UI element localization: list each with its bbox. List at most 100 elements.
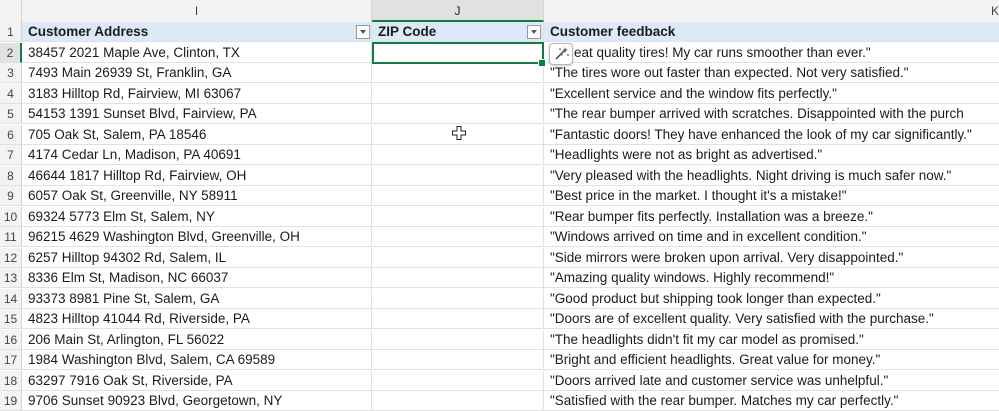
cell-customer-address[interactable]: 63297 7916 Oak St, Riverside, PA (22, 370, 372, 391)
spreadsheet-grid: I J K 1 2 3 4 5 6 7 8 9 10 11 12 13 14 15 16 17 18 19 Cust… (0, 0, 999, 411)
cell-customer-address[interactable]: 206 Main St, Arlington, FL 56022 (22, 329, 372, 350)
cell-customer-feedback[interactable]: "Amazing quality windows. Highly recomme… (544, 268, 999, 288)
cell-zip-code[interactable] (372, 104, 544, 124)
row-header[interactable]: 11 (0, 227, 22, 247)
row-header[interactable]: 10 (0, 206, 22, 227)
table-row: 1984 Washington Blvd, Salem, CA 69589 "Br… (22, 350, 999, 370)
row-header[interactable]: 9 (0, 186, 22, 206)
cell-customer-feedback[interactable]: "Side mirrors were broken upon arrival. … (544, 248, 999, 268)
row-header[interactable]: 5 (0, 104, 22, 124)
cell-zip-code[interactable] (372, 42, 544, 63)
cell-customer-feedback[interactable]: "Very pleased with the headlights. Night… (544, 166, 999, 186)
cell-zip-code[interactable] (372, 268, 544, 288)
cell-customer-address[interactable]: 38457 2021 Maple Ave, Clinton, TX (22, 42, 372, 63)
table-row: 63297 7916 Oak St, Riverside, PA "Doors a… (22, 370, 999, 391)
cell-customer-address[interactable]: 9706 Sunset 90923 Blvd, Georgetown, NY (22, 391, 372, 411)
cell-customer-feedback[interactable]: "Doors arrived late and customer service… (544, 371, 999, 391)
cell-zip-code[interactable] (372, 247, 544, 268)
cell-customer-feedback[interactable]: "The headlights didn't fit my car model … (544, 330, 999, 350)
plus-cursor-icon (452, 126, 466, 140)
cell-customer-address[interactable]: 705 Oak St, Salem, PA 18546 (22, 124, 372, 145)
row-header[interactable]: 12 (0, 247, 22, 268)
table-row: 7493 Main 26939 St, Franklin, GA "The tir… (22, 63, 999, 83)
table-row: 4174 Cedar Ln, Madison, PA 40691 "Headlig… (22, 145, 999, 165)
cell-zip-code[interactable] (372, 309, 544, 329)
filter-dropdown-address-icon[interactable] (356, 25, 370, 39)
cell-zip-code[interactable] (372, 350, 544, 370)
table-row: 46644 1817 Hilltop Rd, Fairview, OH "Very… (22, 165, 999, 186)
cell-customer-address[interactable]: 54153 1391 Sunset Blvd, Fairview, PA (22, 104, 372, 124)
table-row: 6057 Oak St, Greenville, NY 58911 "Best p… (22, 186, 999, 206)
row-header[interactable]: 17 (0, 350, 22, 370)
row-header[interactable]: 7 (0, 145, 22, 165)
row-header[interactable]: 14 (0, 288, 22, 309)
cell-zip-code[interactable] (372, 329, 544, 350)
header-zip-code-label: ZIP Code (378, 24, 437, 39)
quick-analysis-button[interactable] (549, 43, 573, 65)
cell-customer-address[interactable]: 93373 8981 Pine St, Salem, GA (22, 288, 372, 309)
select-all-corner[interactable] (0, 0, 22, 22)
column-header-row: I J K (0, 0, 999, 23)
cell-customer-address[interactable]: 7493 Main 26939 St, Franklin, GA (22, 63, 372, 83)
cell-zip-code[interactable] (372, 83, 544, 104)
cell-customer-feedback[interactable]: "The tires wore out faster than expected… (544, 63, 999, 83)
cell-customer-feedback[interactable]: "The rear bumper arrived with scratches.… (544, 104, 999, 124)
row-header[interactable]: 13 (0, 268, 22, 288)
cell-customer-address[interactable]: 4174 Cedar Ln, Madison, PA 40691 (22, 145, 372, 165)
row-header[interactable]: 3 (0, 63, 22, 83)
cell-zip-code[interactable] (372, 391, 544, 411)
table-row: 96215 4629 Washington Blvd, Greenville, … (22, 227, 999, 247)
table-row: 3183 Hilltop Rd, Fairview, MI 63067 "Exce… (22, 83, 999, 104)
cell-zip-code[interactable] (372, 206, 544, 227)
row-header[interactable]: 8 (0, 165, 22, 186)
row-header[interactable]: 1 (0, 22, 22, 42)
row-header[interactable]: 19 (0, 391, 22, 411)
cell-zip-code[interactable] (372, 227, 544, 247)
cell-zip-code[interactable] (372, 165, 544, 186)
cell-customer-address[interactable]: 1984 Washington Blvd, Salem, CA 69589 (22, 350, 372, 370)
cell-customer-feedback[interactable]: "Windows arrived on time and in excellen… (544, 227, 999, 247)
cell-customer-address[interactable]: 96215 4629 Washington Blvd, Greenville, … (22, 227, 372, 247)
cell-customer-feedback[interactable]: "Bright and efficient headlights. Great … (544, 350, 999, 370)
row-header[interactable]: 6 (0, 124, 22, 145)
header-customer-feedback-label: Customer feedback (550, 24, 676, 39)
cell-zip-code[interactable] (372, 145, 544, 165)
row-header[interactable]: 2 (0, 42, 22, 63)
cell-customer-feedback[interactable]: "Satisfied with the rear bumper. Matches… (544, 391, 999, 411)
row-header[interactable]: 4 (0, 83, 22, 104)
table-row: 54153 1391 Sunset Blvd, Fairview, PA "The… (22, 104, 999, 124)
filter-dropdown-zip-icon[interactable] (527, 25, 541, 39)
cell-customer-feedback[interactable]: "Best price in the market. I thought it'… (544, 186, 999, 206)
cell-zip-code[interactable] (372, 288, 544, 309)
cell-customer-feedback[interactable]: "Doors are of excellent quality. Very sa… (544, 309, 999, 329)
cell-customer-address[interactable]: 69324 5773 Elm St, Salem, NY (22, 206, 372, 227)
table-row: 8336 Elm St, Madison, NC 66037 "Amazing q… (22, 268, 999, 288)
cell-customer-feedback[interactable]: "Headlights were not as bright as advert… (544, 145, 999, 165)
cell-customer-address[interactable]: 3183 Hilltop Rd, Fairview, MI 63067 (22, 83, 372, 104)
table-row: 6257 Hilltop 94302 Rd, Salem, IL "Side mi… (22, 247, 999, 268)
header-customer-address[interactable]: Customer Address (22, 22, 372, 42)
cell-customer-address[interactable]: 8336 Elm St, Madison, NC 66037 (22, 268, 372, 288)
cell-zip-code[interactable] (372, 186, 544, 206)
row-header[interactable]: 15 (0, 309, 22, 329)
row-header[interactable]: 16 (0, 329, 22, 350)
header-zip-code[interactable]: ZIP Code (372, 22, 544, 42)
cell-customer-address[interactable]: 46644 1817 Hilltop Rd, Fairview, OH (22, 165, 372, 186)
table-header-row: Customer Address ZIP Code Customer feedb… (22, 22, 999, 42)
cell-zip-code[interactable] (372, 63, 544, 83)
column-header-j[interactable]: J (372, 0, 544, 22)
header-customer-feedback[interactable]: Customer feedback (544, 22, 999, 42)
cell-zip-code[interactable] (372, 370, 544, 391)
cell-customer-address[interactable]: 6257 Hilltop 94302 Rd, Salem, IL (22, 247, 372, 268)
fill-handle[interactable] (538, 59, 546, 67)
cell-customer-feedback[interactable]: "Excellent service and the window fits p… (544, 84, 999, 104)
cell-customer-address[interactable]: 6057 Oak St, Greenville, NY 58911 (22, 186, 372, 206)
cell-customer-feedback[interactable]: "Rear bumper fits perfectly. Installatio… (544, 207, 999, 227)
cell-customer-feedback[interactable]: "Good product but shipping took longer t… (544, 289, 999, 309)
cell-customer-feedback[interactable]: "Fantastic doors! They have enhanced the… (544, 125, 999, 145)
column-header-k[interactable]: K (544, 0, 999, 22)
column-header-i[interactable]: I (22, 0, 372, 22)
cell-customer-address[interactable]: 4823 Hilltop 41044 Rd, Riverside, PA (22, 309, 372, 329)
row-header[interactable]: 18 (0, 370, 22, 391)
cell-customer-feedback[interactable]: eat quality tires! My car runs smoother … (544, 43, 999, 63)
